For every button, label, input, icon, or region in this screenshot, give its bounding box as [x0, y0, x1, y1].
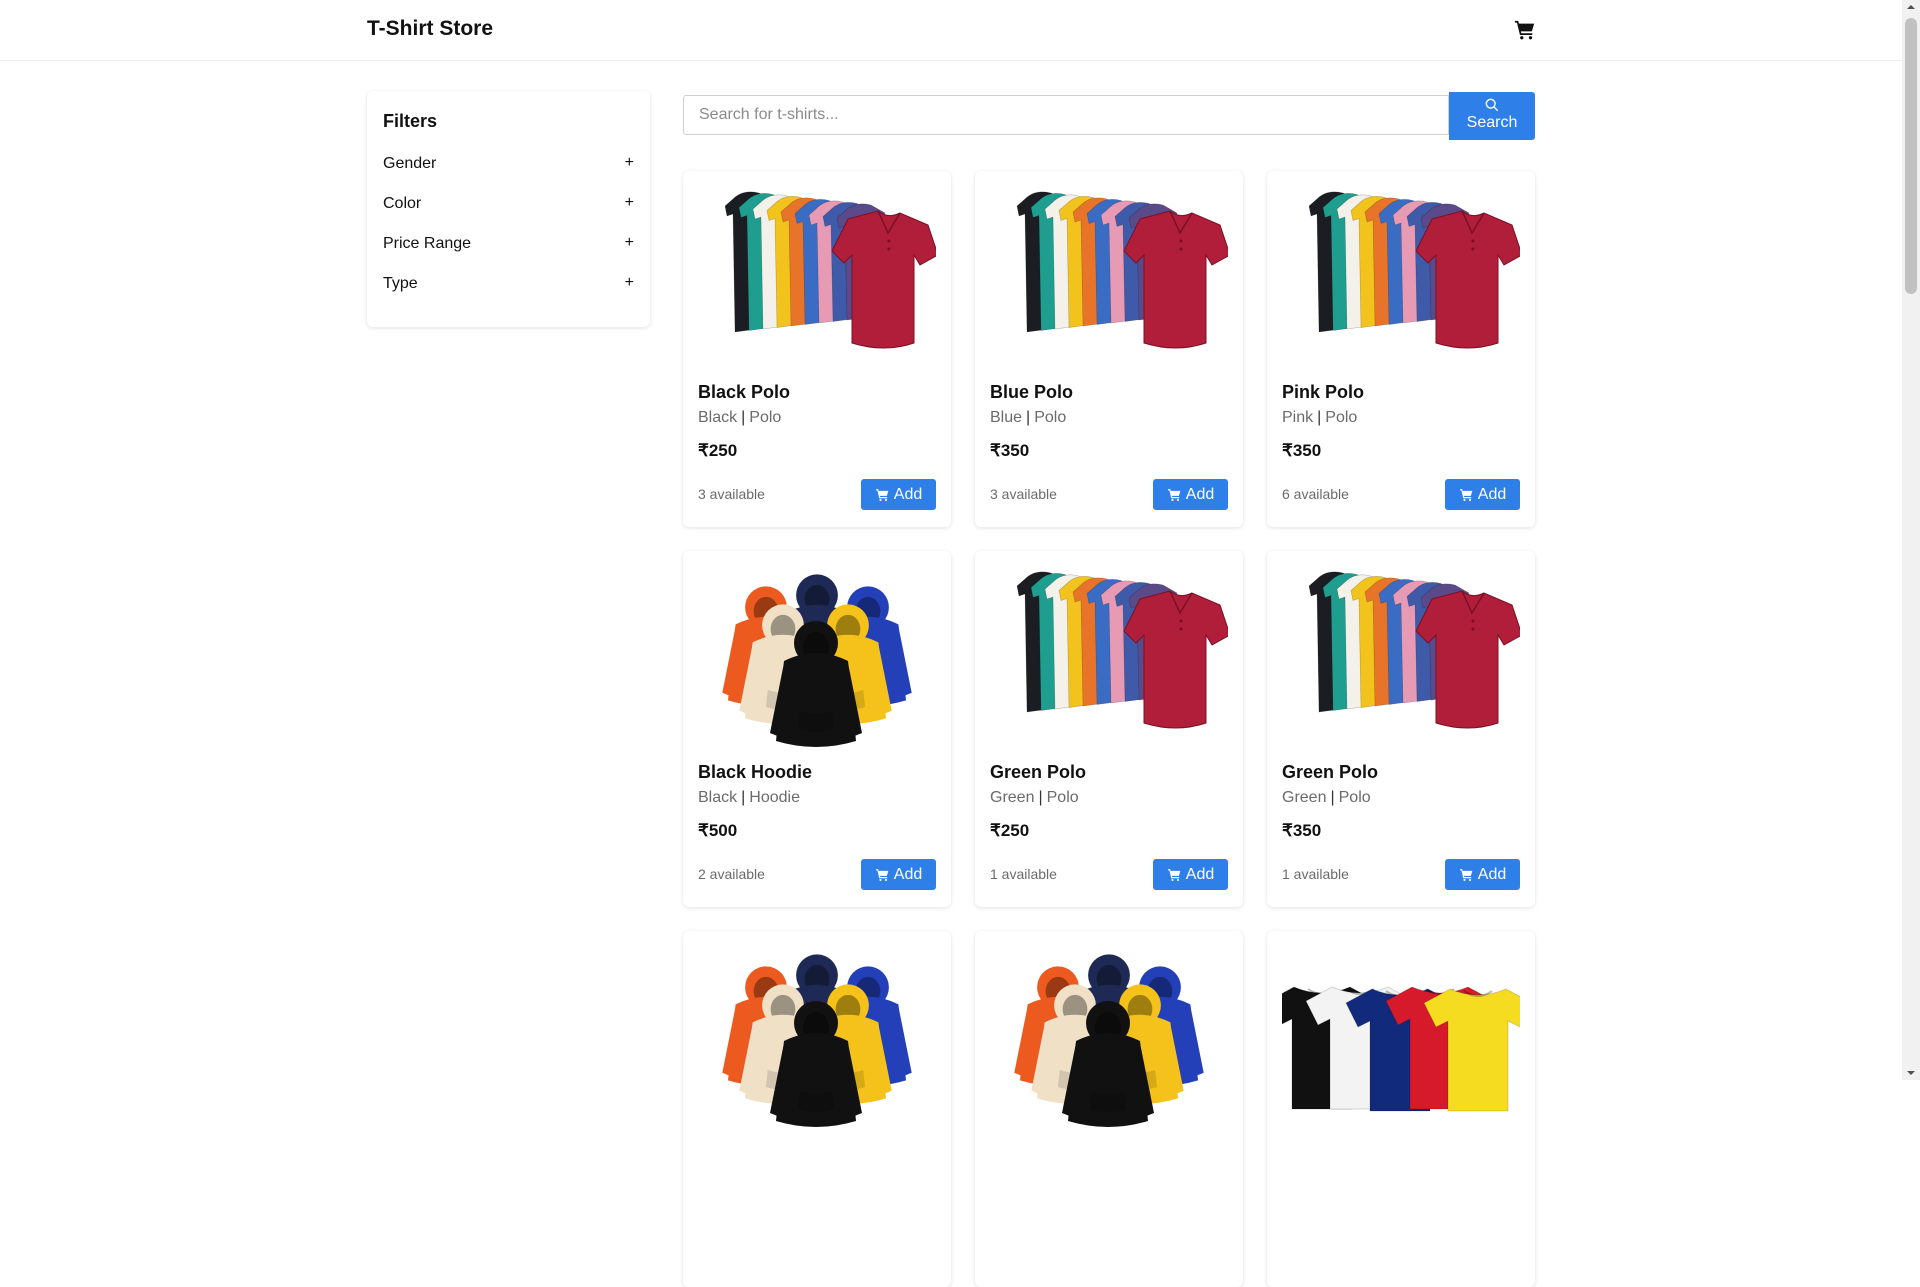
- product-price: ₹350: [990, 441, 1030, 460]
- product-color: Green: [990, 789, 1035, 806]
- stock-count: 3 available: [698, 486, 765, 502]
- product-meta: Blue | Polo: [990, 409, 1067, 426]
- product-card[interactable]: [975, 931, 1243, 1287]
- cart-icon[interactable]: [1514, 19, 1536, 41]
- product-meta: Green | Polo: [1282, 789, 1371, 806]
- product-card[interactable]: Green Polo Green | Polo ₹250 1 available A…: [975, 551, 1243, 907]
- plus-icon[interactable]: +: [625, 194, 634, 212]
- search-icon: [1485, 98, 1499, 112]
- plus-icon[interactable]: +: [625, 274, 634, 292]
- product-card[interactable]: Blue Polo Blue | Polo ₹350 3 available Add: [975, 171, 1243, 527]
- add-to-cart-button[interactable]: Add: [1153, 859, 1228, 890]
- filters-panel: Filters Gender + Color + Price Range + T…: [367, 91, 650, 327]
- top-navbar: T-Shirt Store: [0, 0, 1902, 61]
- add-label: Add: [893, 485, 923, 503]
- product-card[interactable]: [683, 931, 951, 1287]
- product-price: ₹350: [1282, 821, 1322, 840]
- stock-count: 3 available: [990, 486, 1057, 502]
- product-type: Polo: [1046, 789, 1079, 806]
- scrollbar[interactable]: [1902, 0, 1920, 1080]
- filter-label: Price Range: [383, 235, 472, 252]
- hoodie-group-image[interactable]: [698, 931, 936, 1131]
- product-color: Green: [1282, 789, 1327, 806]
- stock-count: 1 available: [1282, 866, 1349, 882]
- product-meta: Green | Polo: [990, 789, 1079, 806]
- add-to-cart-button[interactable]: Add: [861, 859, 936, 890]
- product-color: Black: [698, 409, 738, 426]
- product-price: ₹250: [698, 441, 738, 460]
- product-meta: Pink | Polo: [1282, 409, 1358, 426]
- product-color: Pink: [1282, 409, 1314, 426]
- cart-icon: [1167, 488, 1181, 501]
- cart-icon: [875, 868, 889, 881]
- plus-icon[interactable]: +: [625, 234, 634, 252]
- scroll-up-arrow-icon[interactable]: [1902, 0, 1920, 14]
- cart-icon: [1167, 868, 1181, 881]
- product-meta: Black | Hoodie: [698, 789, 800, 806]
- product-type: Polo: [1325, 409, 1358, 426]
- product-price: ₹350: [1282, 441, 1322, 460]
- product-color: Black: [698, 789, 738, 806]
- add-label: Add: [1477, 485, 1507, 503]
- polo-stack-image[interactable]: [990, 171, 1228, 371]
- add-to-cart-button[interactable]: Add: [1153, 479, 1228, 510]
- product-color: Blue: [990, 409, 1023, 426]
- polo-stack-image[interactable]: [990, 551, 1228, 751]
- add-to-cart-button[interactable]: Add: [1445, 479, 1520, 510]
- add-label: Add: [893, 865, 923, 883]
- product-name[interactable]: Green Polo: [1282, 762, 1378, 783]
- product-type: Polo: [749, 409, 782, 426]
- add-label: Add: [1185, 865, 1215, 883]
- polo-stack-image[interactable]: [698, 171, 936, 371]
- filter-label: Gender: [383, 155, 437, 172]
- stock-count: 2 available: [698, 866, 765, 882]
- search-input[interactable]: [683, 95, 1449, 135]
- polo-stack-image[interactable]: [1282, 551, 1520, 751]
- product-card[interactable]: Pink Polo Pink | Polo ₹350 6 available Add: [1267, 171, 1535, 527]
- product-card[interactable]: Black Hoodie Black | Hoodie ₹500 2 availab…: [683, 551, 951, 907]
- store-brand[interactable]: T-Shirt Store: [367, 17, 493, 41]
- filter-price-range[interactable]: Price Range +: [383, 232, 634, 256]
- product-type: Polo: [1338, 789, 1371, 806]
- polo-stack-image[interactable]: [1282, 171, 1520, 371]
- product-type: Polo: [1034, 409, 1067, 426]
- filter-color[interactable]: Color +: [383, 192, 634, 216]
- product-name[interactable]: Blue Polo: [990, 382, 1073, 403]
- product-type: Hoodie: [749, 789, 800, 806]
- cart-icon: [1459, 488, 1473, 501]
- stock-count: 1 available: [990, 866, 1057, 882]
- plus-icon[interactable]: +: [625, 154, 634, 172]
- product-name[interactable]: Pink Polo: [1282, 382, 1364, 403]
- filter-type[interactable]: Type +: [383, 272, 634, 296]
- cart-icon: [875, 488, 889, 501]
- hoodie-group-image[interactable]: [698, 551, 936, 751]
- cart-icon: [1459, 868, 1473, 881]
- search-button-label: Search: [1466, 114, 1518, 131]
- add-to-cart-button[interactable]: Add: [1445, 859, 1520, 890]
- product-name[interactable]: Green Polo: [990, 762, 1086, 783]
- product-meta: Black | Polo: [698, 409, 782, 426]
- hoodie-group-image[interactable]: [990, 931, 1228, 1131]
- scrollbar-thumb[interactable]: [1905, 18, 1917, 294]
- product-price: ₹500: [698, 821, 738, 840]
- product-card[interactable]: [1267, 931, 1535, 1287]
- product-card[interactable]: Black Polo Black | Polo ₹250 3 available A…: [683, 171, 951, 527]
- product-price: ₹250: [990, 821, 1030, 840]
- add-to-cart-button[interactable]: Add: [861, 479, 936, 510]
- product-card[interactable]: Green Polo Green | Polo ₹350 1 available A…: [1267, 551, 1535, 907]
- filter-label: Type: [383, 275, 418, 292]
- add-label: Add: [1477, 865, 1507, 883]
- filter-gender[interactable]: Gender +: [383, 152, 634, 176]
- product-name[interactable]: Black Polo: [698, 382, 790, 403]
- filter-label: Color: [383, 195, 422, 212]
- product-name[interactable]: Black Hoodie: [698, 762, 812, 783]
- tshirt-row-image[interactable]: [1282, 931, 1520, 1131]
- filters-title: Filters: [383, 111, 438, 131]
- stock-count: 6 available: [1282, 486, 1349, 502]
- scroll-down-arrow-icon[interactable]: [1902, 1066, 1920, 1080]
- search-button[interactable]: Search: [1449, 92, 1535, 140]
- add-label: Add: [1185, 485, 1215, 503]
